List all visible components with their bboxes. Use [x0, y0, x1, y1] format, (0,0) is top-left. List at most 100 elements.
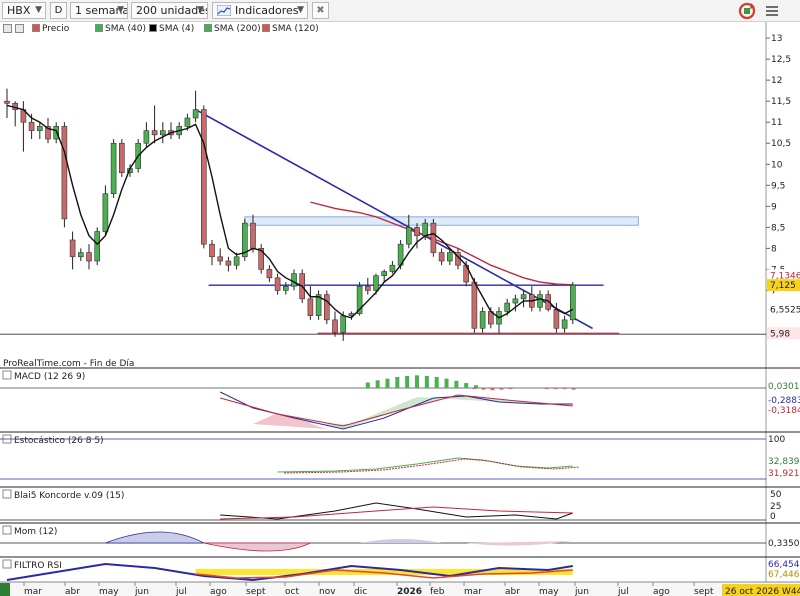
- indicator-title: Blai5 Koncorde v.09 (15): [14, 491, 124, 501]
- x-tick-label: may: [99, 587, 119, 596]
- candle-body: [323, 294, 330, 321]
- settings-icon[interactable]: [3, 24, 12, 33]
- indicator-title: Mom (12): [14, 527, 57, 537]
- legend-item[interactable]: SMA (120): [262, 23, 319, 35]
- candle-body: [192, 109, 199, 119]
- resistance-zone: [244, 216, 639, 226]
- macd-hist-bar: [535, 388, 540, 389]
- candle-body: [479, 311, 486, 329]
- legend-label: SMA (4): [159, 24, 195, 34]
- candle: [258, 244, 265, 274]
- candle-body: [160, 130, 166, 136]
- y-tick-label: 12: [771, 76, 782, 86]
- legend-item[interactable]: Precio: [32, 23, 69, 35]
- chart-canvas[interactable]: 1312,51211,51110,5109,598,587,576,55257,…: [0, 0, 800, 596]
- candle-body: [184, 117, 191, 127]
- legend-label: SMA (200): [214, 24, 261, 34]
- candle-body: [291, 273, 297, 287]
- macd-hist-bar: [474, 385, 479, 388]
- candle-body: [282, 285, 289, 291]
- candle-body: [110, 142, 117, 195]
- candle: [61, 122, 68, 228]
- x-tick-label: sept: [694, 587, 714, 596]
- candle-body: [471, 281, 478, 329]
- x-tick-label: jul: [617, 587, 629, 596]
- x-tick-label: oct: [285, 587, 299, 596]
- indicator-title: FILTRO RSI: [14, 561, 62, 571]
- candle-body: [69, 239, 76, 258]
- macd-axis-label: -0,3184: [768, 406, 800, 416]
- candle-body: [94, 231, 100, 262]
- price-tag: 5,98: [767, 327, 800, 340]
- macd-hist-bar: [481, 388, 486, 390]
- macd-hist-bar: [454, 380, 459, 388]
- x-tick-label: ago: [653, 587, 670, 596]
- legend-item[interactable]: SMA (200): [204, 23, 261, 35]
- candle: [323, 290, 330, 325]
- candle-body: [102, 193, 109, 232]
- macd-hist-bar: [544, 388, 549, 390]
- candle-body: [422, 222, 429, 237]
- candle-body: [266, 269, 273, 279]
- indicator-title: MACD (12 26 9): [14, 372, 85, 382]
- candle-body: [209, 243, 215, 258]
- x-tick-label: ago: [210, 587, 227, 596]
- candle-body: [381, 271, 388, 277]
- y-tick-label: 9,5: [771, 181, 785, 191]
- x-tick-label: dic: [354, 587, 367, 596]
- candle-body: [446, 252, 453, 262]
- candle: [94, 227, 100, 266]
- y-tick-label: 6,5525: [770, 305, 800, 315]
- macd-hist-bar: [375, 380, 380, 388]
- x-tick-label: may: [539, 587, 559, 596]
- candle-body: [61, 126, 68, 220]
- macd-hist-bar: [385, 378, 390, 388]
- x-tick-label: mar: [464, 587, 482, 596]
- legend-item[interactable]: SMA (40): [95, 23, 146, 35]
- panel-icon: [2, 489, 12, 499]
- candle-body: [438, 252, 445, 262]
- legend-swatch: [149, 24, 157, 32]
- candle: [110, 139, 117, 198]
- macd-axis-label: 0,0301: [768, 382, 800, 392]
- candle-body: [119, 142, 125, 173]
- candle-body: [569, 284, 576, 321]
- price-tag: 7,125: [767, 279, 800, 292]
- legend-label: SMA (40): [105, 24, 146, 34]
- y-tick-label: 11: [771, 118, 782, 128]
- rsi-axis-label: 67,446: [768, 570, 800, 580]
- legend-swatch: [32, 24, 40, 32]
- candle: [315, 290, 322, 320]
- macd-hist-bar: [444, 378, 449, 388]
- candle-body: [561, 319, 568, 329]
- x-tick-label: jun: [134, 587, 149, 596]
- y-tick-label: 8,5: [771, 223, 785, 233]
- candle-body: [233, 256, 240, 266]
- candle-body: [217, 256, 223, 262]
- candle-body: [274, 277, 281, 291]
- candle-body: [201, 109, 207, 245]
- x-tick-label: mar: [24, 587, 42, 596]
- macd-hist-bar: [365, 382, 370, 388]
- macd-hist-bar: [517, 388, 522, 389]
- candle-body: [28, 121, 35, 131]
- stoch-axis-label: 31,921: [768, 469, 800, 479]
- date-tag-label: 26 oct 2026 W44: [725, 587, 800, 596]
- candle-body: [520, 294, 527, 300]
- candle-body: [225, 260, 232, 266]
- candle-body: [389, 264, 396, 272]
- candle-body: [143, 130, 150, 144]
- candle-body: [36, 126, 43, 131]
- legend-swatch: [95, 24, 103, 32]
- stoch-axis-label: 32,839: [768, 457, 800, 467]
- chart-window: HBX ▼ D 1 semana ▼ 200 unidades ▼ Indica…: [0, 0, 800, 596]
- macd-hist-bar: [405, 375, 410, 388]
- candle: [430, 218, 437, 257]
- legend-item[interactable]: SMA (4): [149, 23, 194, 35]
- candle-body: [307, 298, 314, 316]
- koncorde-axis-label: 0: [770, 512, 776, 522]
- scroll-left-icon: [0, 583, 10, 596]
- add-indicator-icon[interactable]: [15, 24, 24, 33]
- y-tick-label: 13: [771, 34, 782, 44]
- candle-body: [414, 227, 420, 237]
